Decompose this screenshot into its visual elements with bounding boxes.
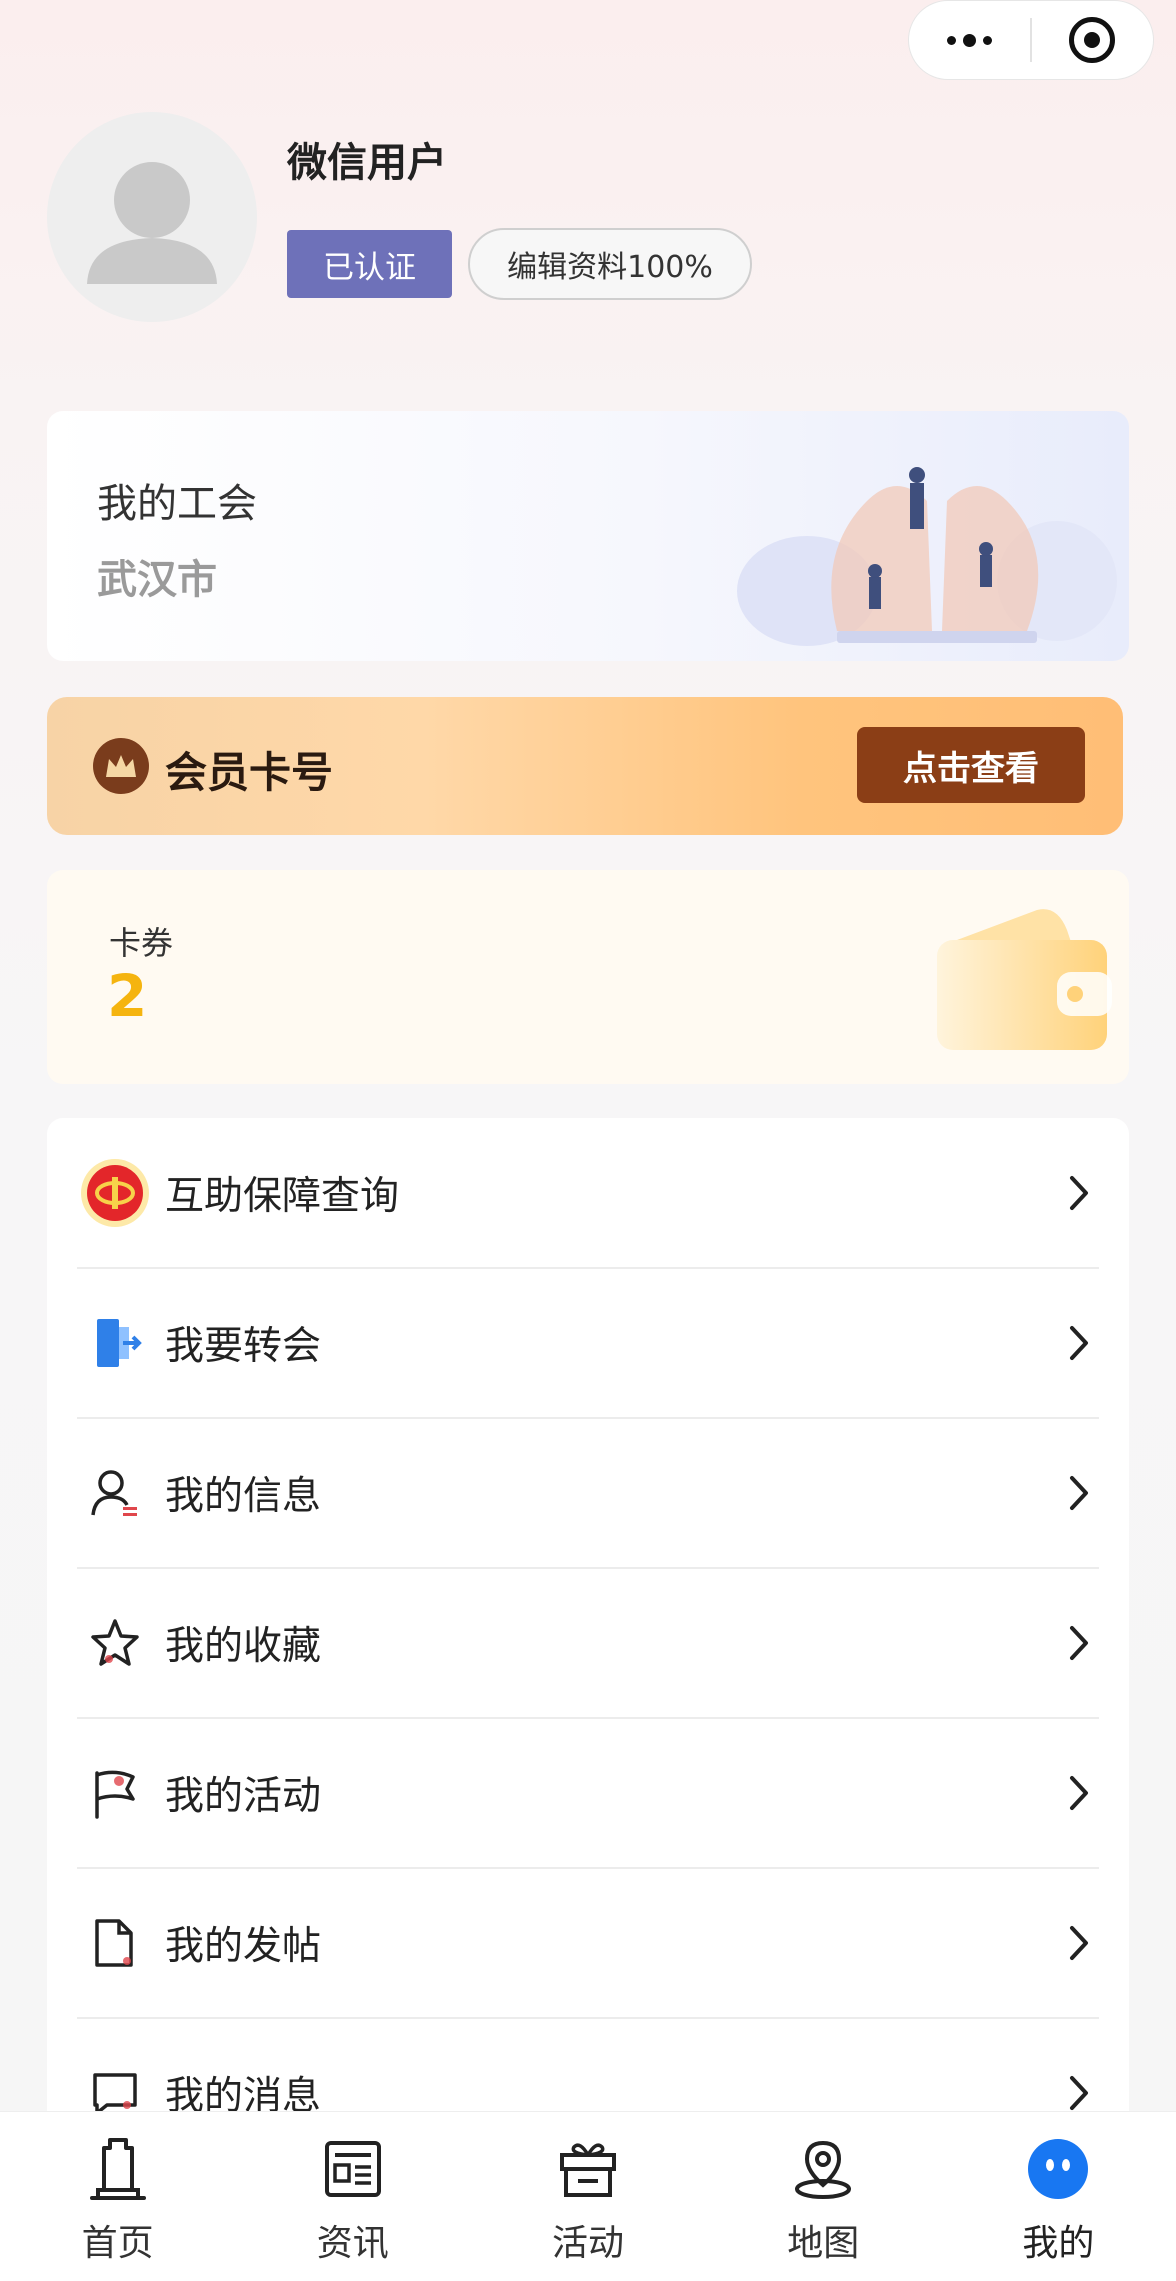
news-icon [316, 2132, 390, 2206]
gift-icon [551, 2132, 625, 2206]
coupon-label: 卡券 [109, 924, 174, 962]
chevron-right-icon [1059, 1923, 1099, 1963]
member-card-label: 会员卡号 [165, 748, 334, 797]
chevron-right-icon [1059, 1173, 1099, 1213]
menu-item-activities[interactable]: 我的活动 [77, 1718, 1099, 1868]
member-card-banner: 会员卡号 点击查看 [47, 697, 1123, 835]
tab-label: 资讯 [316, 2223, 389, 2264]
menu-item-label: 我的发帖 [165, 1924, 322, 1969]
union-emblem-icon [77, 1155, 153, 1231]
wallet-icon [937, 909, 1112, 1050]
coupon-count: 2 [107, 962, 148, 1030]
star-icon [77, 1605, 153, 1681]
menu-item-label: 互助保障查询 [165, 1174, 400, 1219]
verified-badge: 已认证 [287, 230, 452, 298]
menu-item-label: 我的收藏 [165, 1624, 322, 1669]
tab-mine[interactable]: 我的 [941, 2112, 1176, 2281]
user-info-icon [77, 1455, 153, 1531]
menu-item-mutual-aid[interactable]: 互助保障查询 [77, 1118, 1099, 1268]
union-name: 武汉市 [97, 557, 217, 603]
union-title: 我的工会 [97, 481, 257, 527]
edit-profile-button[interactable]: 编辑资料100% [468, 228, 752, 300]
map-pin-icon [786, 2132, 860, 2206]
more-button[interactable] [909, 1, 1030, 79]
tab-label: 首页 [81, 2223, 154, 2264]
menu-item-posts[interactable]: 我的发帖 [77, 1868, 1099, 2018]
mini-program-capsule [908, 0, 1154, 80]
coupon-card[interactable]: 卡券 2 [47, 870, 1129, 1084]
union-illustration [737, 467, 1117, 646]
chevron-right-icon [1059, 1773, 1099, 1813]
menu-item-label: 我要转会 [165, 1324, 322, 1369]
chevron-right-icon [1059, 1623, 1099, 1663]
document-icon [77, 1905, 153, 1981]
tab-home[interactable]: 首页 [0, 2112, 235, 2281]
menu-item-label: 我的信息 [165, 1474, 322, 1519]
chevron-right-icon [1059, 2073, 1099, 2113]
tab-label: 活动 [552, 2223, 625, 2264]
chevron-right-icon [1059, 1323, 1099, 1363]
bottom-tab-bar: 首页 资讯 活动 地图 我的 [0, 2111, 1176, 2281]
username: 微信用户 [287, 140, 447, 186]
home-tower-icon [81, 2132, 155, 2206]
menu-item-favorites[interactable]: 我的收藏 [77, 1568, 1099, 1718]
crown-icon [93, 738, 149, 794]
flag-icon [77, 1755, 153, 1831]
tab-label: 地图 [787, 2223, 860, 2264]
chevron-right-icon [1059, 1473, 1099, 1513]
menu-list: 互助保障查询 我要转会 我的信息 我的收藏 我的活动 我的发帖 我的消息 [47, 1118, 1129, 2218]
menu-item-my-info[interactable]: 我的信息 [77, 1418, 1099, 1568]
tab-label: 我的 [1022, 2223, 1095, 2264]
transfer-door-icon [77, 1305, 153, 1381]
view-member-card-button[interactable]: 点击查看 [857, 727, 1085, 803]
menu-item-label: 我的活动 [165, 1774, 322, 1819]
menu-item-transfer[interactable]: 我要转会 [77, 1268, 1099, 1418]
more-dots-icon [947, 33, 993, 47]
profile-face-icon [1021, 2132, 1095, 2206]
close-target-icon [1069, 17, 1116, 63]
tab-activities[interactable]: 活动 [470, 2112, 705, 2281]
tab-map[interactable]: 地图 [706, 2112, 941, 2281]
close-button[interactable] [1032, 1, 1153, 79]
my-union-card[interactable]: 我的工会 武汉市 [47, 411, 1129, 661]
tab-news[interactable]: 资讯 [235, 2112, 470, 2281]
avatar-placeholder-icon [87, 162, 217, 284]
avatar[interactable] [47, 112, 257, 322]
